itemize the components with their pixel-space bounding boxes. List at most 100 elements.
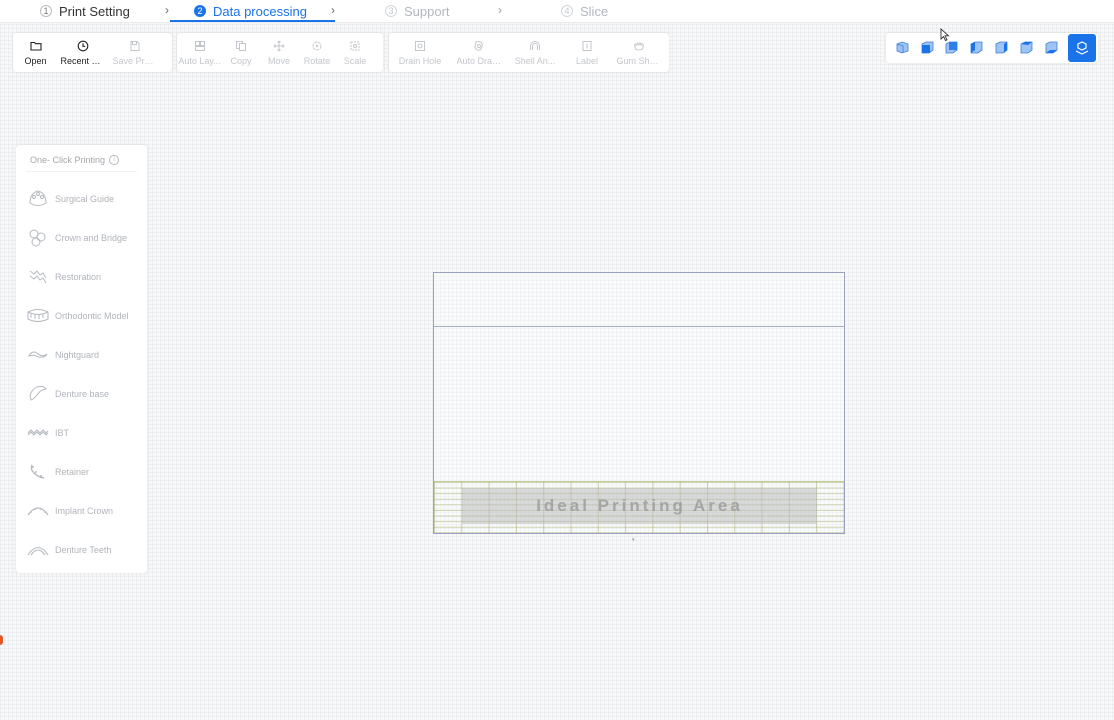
plate-back-edge xyxy=(434,326,844,327)
auto-drain-button[interactable]: Auto Drai... xyxy=(451,33,507,72)
tool-label: Move xyxy=(267,55,290,66)
rotate-button[interactable]: Rotate xyxy=(298,33,336,72)
drain-hole-button[interactable]: Drain Hole xyxy=(389,33,451,72)
one-click-label: Denture Teeth xyxy=(55,545,112,555)
tool-label: Shell An... xyxy=(514,55,556,66)
chevron-right-icon: › xyxy=(498,3,502,17)
surgical-guide-icon xyxy=(29,190,47,206)
implant-crown-icon xyxy=(27,507,49,516)
one-click-printing-panel: One- Click Printing i Surgical Guide Cro… xyxy=(16,145,147,573)
orthodontic-model-icon xyxy=(27,309,49,322)
one-click-surgical-guide[interactable]: Surgical Guide xyxy=(26,186,144,212)
one-click-ibt[interactable]: IBT xyxy=(26,420,144,446)
one-click-denture-base[interactable]: Denture base xyxy=(26,381,144,407)
save-project-button[interactable]: Save Proj... xyxy=(108,33,162,72)
scale-icon xyxy=(350,41,360,50)
step-print-setting[interactable]: 1 Print Setting xyxy=(40,0,130,22)
gum-shell-icon xyxy=(633,42,645,50)
move-icon xyxy=(273,40,285,51)
back-view-icon[interactable] xyxy=(944,40,959,55)
right-view-icon[interactable] xyxy=(994,40,1009,55)
mouse-cursor-icon xyxy=(940,28,950,42)
one-click-implant-crown[interactable]: Implant Crown xyxy=(26,498,144,524)
one-click-label: Denture base xyxy=(55,389,110,399)
one-click-label: Implant Crown xyxy=(55,506,114,516)
one-click-label: Crown and Bridge xyxy=(55,233,128,243)
left-view-icon[interactable] xyxy=(969,40,984,55)
plate-orientation-mark: ▾ xyxy=(632,537,635,543)
edit-toolbar: Auto Lay... Copy Move Rotate Scale xyxy=(177,33,383,72)
restoration-icon xyxy=(29,270,47,284)
drain-hole-icon xyxy=(415,40,425,51)
layout-icon xyxy=(194,40,205,51)
tool-label: Open xyxy=(24,55,47,66)
copy-icon xyxy=(236,40,246,51)
place-on-plate-icon xyxy=(1075,41,1089,55)
chevron-right-icon: › xyxy=(331,3,335,17)
step-support[interactable]: 3 Support xyxy=(385,0,450,22)
step-number: 4 xyxy=(561,5,573,17)
recent-file-button[interactable]: Recent File xyxy=(58,33,108,72)
step-bar: 1 Print Setting › 2 Data processing › 3 … xyxy=(0,0,1114,23)
tool-label: Save Proj... xyxy=(112,55,158,66)
move-button[interactable]: Move xyxy=(260,33,298,72)
ideal-printing-area: Ideal Printing Area xyxy=(462,488,817,524)
step-number: 1 xyxy=(40,5,52,17)
iso-view-icon[interactable] xyxy=(895,40,910,55)
build-plate[interactable]: Ideal Printing Area xyxy=(433,272,845,534)
rotate-icon xyxy=(312,41,322,50)
notification-dot xyxy=(0,635,3,645)
step-slice[interactable]: 4 Slice xyxy=(561,0,608,22)
tool-label: Auto Lay... xyxy=(178,55,221,66)
shell-button[interactable]: Shell An... xyxy=(507,33,563,72)
panel-title-text: One- Click Printing xyxy=(30,155,106,165)
view-toolbar xyxy=(886,33,1098,63)
denture-teeth-icon xyxy=(27,546,49,556)
one-click-label: Restoration xyxy=(55,272,102,282)
tool-label: Recent File xyxy=(60,55,106,66)
front-view-icon[interactable] xyxy=(920,40,935,55)
one-click-retainer[interactable]: Retainer xyxy=(26,459,144,485)
divider xyxy=(26,171,137,172)
step-data-processing[interactable]: 2 Data processing xyxy=(194,0,307,22)
chevron-right-icon: › xyxy=(165,3,169,17)
shell-icon xyxy=(530,40,540,50)
one-click-nightguard[interactable]: Nightguard xyxy=(26,342,144,368)
gum-shell-button[interactable]: Gum She... xyxy=(611,33,667,72)
folder-icon xyxy=(29,41,42,51)
label-button[interactable]: Label xyxy=(563,33,611,72)
ibt-icon xyxy=(27,429,49,436)
step-label: Support xyxy=(404,3,450,19)
one-click-label: IBT xyxy=(55,428,70,438)
one-click-label: Surgical Guide xyxy=(55,194,115,204)
bottom-view-icon[interactable] xyxy=(1044,40,1059,55)
one-click-label: Orthodontic Model xyxy=(55,311,129,321)
step-number: 2 xyxy=(194,5,206,17)
one-click-label: Nightguard xyxy=(55,350,100,360)
step-label: Data processing xyxy=(213,3,307,19)
info-icon[interactable]: i xyxy=(109,155,120,165)
tool-label: Label xyxy=(575,55,599,66)
one-click-crown-and-bridge[interactable]: Crown and Bridge xyxy=(26,225,144,251)
panel-title: One- Click Printing i xyxy=(30,155,120,165)
tool-label: Rotate xyxy=(303,55,331,66)
save-icon xyxy=(130,40,140,51)
one-click-restoration[interactable]: Restoration xyxy=(26,264,144,290)
clock-icon xyxy=(77,40,89,51)
top-view-icon[interactable] xyxy=(1019,40,1034,55)
one-click-orthodontic-model[interactable]: Orthodontic Model xyxy=(26,303,144,329)
ideal-printing-area-label: Ideal Printing Area xyxy=(536,496,743,515)
nightguard-icon xyxy=(27,351,48,358)
denture-base-icon xyxy=(29,385,47,401)
scale-button[interactable]: Scale xyxy=(336,33,374,72)
crown-and-bridge-icon xyxy=(29,229,46,247)
auto-layout-button[interactable]: Auto Lay... xyxy=(177,33,222,72)
label-icon xyxy=(582,40,592,51)
file-toolbar: Open Recent File Save Proj... xyxy=(13,33,172,72)
place-on-plate-button[interactable] xyxy=(1068,34,1096,62)
tool-label: Gum She... xyxy=(616,55,662,66)
copy-button[interactable]: Copy xyxy=(222,33,260,72)
one-click-denture-teeth[interactable]: Denture Teeth xyxy=(26,537,144,563)
step-number: 3 xyxy=(385,5,397,17)
open-button[interactable]: Open xyxy=(13,33,58,72)
